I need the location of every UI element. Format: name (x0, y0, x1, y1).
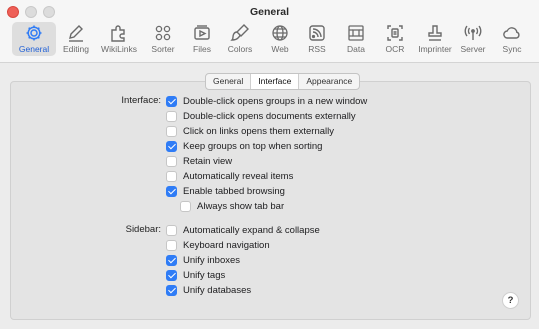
option-label: Enable tabbed browsing (183, 186, 285, 197)
toolbar-item-data[interactable]: Data (334, 22, 378, 56)
option-label: Click on links opens them externally (183, 126, 335, 137)
option-automatically-reveal-items[interactable]: Automatically reveal items (166, 170, 293, 183)
toolbar-label: Server (460, 44, 486, 54)
option-label: Keep groups on top when sorting (183, 141, 323, 152)
toolbar-item-sorter[interactable]: Sorter (141, 22, 185, 56)
checkbox[interactable] (166, 111, 177, 122)
checkbox[interactable] (166, 171, 177, 182)
checkbox[interactable] (166, 225, 177, 236)
toolbar-item-editing[interactable]: Editing (54, 22, 98, 56)
title-bar: General General Editing WikiLinks Sorter… (0, 0, 539, 63)
toolbar-label: Sorter (151, 44, 175, 54)
option-label: Unify tags (183, 270, 226, 281)
option-unify-databases[interactable]: Unify databases (166, 284, 251, 297)
option-label: Double-click opens documents externally (183, 111, 356, 122)
toolbar-item-ocr[interactable]: OCR (373, 22, 417, 56)
option-unify-inboxes[interactable]: Unify inboxes (166, 254, 240, 267)
option-label: Automatically expand & collapse (183, 225, 320, 236)
tab-appearance[interactable]: Appearance (299, 74, 359, 89)
broadcast-icon (464, 25, 482, 40)
sidebar-section-label: Sidebar: (125, 224, 161, 235)
checkbox[interactable] (166, 255, 177, 266)
window-title: General (249, 6, 290, 18)
toolbar-label: Colors (227, 44, 253, 54)
preferences-window: General General Editing WikiLinks Sorter… (0, 0, 539, 329)
option-enable-tabbed-browsing[interactable]: Enable tabbed browsing (166, 185, 285, 198)
option-keep-groups-on-top[interactable]: Keep groups on top when sorting (166, 140, 322, 153)
option-label: Retain view (183, 156, 233, 167)
toolbar-item-colors[interactable]: Colors (218, 22, 262, 56)
option-label: Automatically reveal items (183, 171, 294, 182)
toolbar-item-general[interactable]: General (12, 22, 56, 56)
option-label: Unify inboxes (183, 255, 241, 266)
files-icon (194, 25, 210, 40)
option-double-click-opens-documents-externally[interactable]: Double-click opens documents externally (166, 110, 356, 123)
option-double-click-opens-groups-new-window[interactable]: Double-click opens groups in a new windo… (166, 95, 367, 108)
option-retain-view[interactable]: Retain view (166, 155, 232, 168)
toolbar-label: OCR (385, 44, 405, 54)
globe-icon (272, 25, 288, 41)
option-click-links-opens-externally[interactable]: Click on links opens them externally (166, 125, 334, 138)
help-button[interactable]: ? (502, 292, 519, 309)
toolbar-item-wikilinks[interactable]: WikiLinks (97, 22, 141, 56)
option-always-show-tab-bar[interactable]: Always show tab bar (180, 200, 284, 213)
tab-general[interactable]: General (206, 74, 252, 89)
interface-section-label: Interface: (121, 95, 161, 106)
toolbar-label: WikiLinks (101, 44, 137, 54)
data-icon (348, 25, 364, 41)
checkbox[interactable] (166, 285, 177, 296)
option-automatically-expand-collapse[interactable]: Automatically expand & collapse (166, 224, 320, 237)
toolbar-item-rss[interactable]: RSS (295, 22, 339, 56)
checkbox[interactable] (166, 96, 177, 107)
checkbox[interactable] (166, 186, 177, 197)
tab-interface[interactable]: Interface (251, 74, 300, 89)
puzzle-icon (111, 25, 125, 42)
toolbar-label: General (18, 44, 50, 54)
checkbox[interactable] (166, 270, 177, 281)
toolbar-label: Sync (502, 44, 522, 54)
checkbox[interactable] (166, 156, 177, 167)
checkbox[interactable] (166, 141, 177, 152)
stamp-icon (428, 25, 442, 41)
toolbar-label: Editing (63, 44, 89, 54)
option-label: Unify databases (183, 285, 252, 296)
option-unify-tags[interactable]: Unify tags (166, 269, 225, 282)
rss-icon (309, 25, 325, 41)
gear-icon (26, 25, 42, 41)
option-keyboard-navigation[interactable]: Keyboard navigation (166, 239, 270, 252)
checkbox[interactable] (166, 126, 177, 137)
checkbox[interactable] (166, 240, 177, 251)
paintbrush-icon (230, 24, 249, 41)
option-label: Keyboard navigation (183, 240, 270, 251)
toolbar-label: Data (347, 44, 365, 54)
pencil-icon (69, 25, 83, 42)
ocr-icon (387, 25, 403, 41)
sorter-icon (155, 25, 171, 41)
toolbar-label: RSS (308, 44, 326, 54)
toolbar-item-sync[interactable]: Sync (490, 22, 534, 56)
option-label: Always show tab bar (197, 201, 285, 212)
checkbox[interactable] (180, 201, 191, 212)
preferences-toolbar: General Editing WikiLinks Sorter Files C… (0, 20, 539, 60)
toolbar-item-server[interactable]: Server (451, 22, 495, 56)
option-label: Double-click opens groups in a new windo… (183, 96, 368, 107)
cloud-icon (503, 27, 520, 39)
preferences-tab-control: General Interface Appearance (205, 73, 361, 90)
